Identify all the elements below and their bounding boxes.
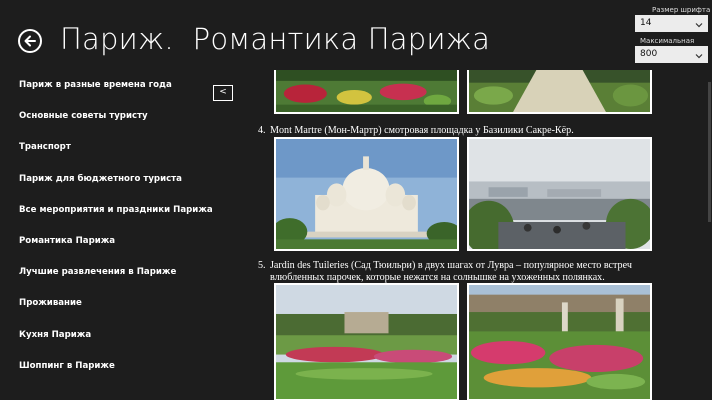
tuileries-flowers-photo [467, 283, 652, 400]
max-width-value: 800 [640, 49, 658, 59]
article-content: 4. Mont Martre (Мон-Мартр) смотровая пло… [0, 70, 712, 400]
back-button[interactable] [18, 29, 42, 53]
scrollbar[interactable] [708, 82, 711, 222]
paris-view-photo [467, 137, 652, 251]
chevron-down-icon [695, 50, 703, 67]
garden-photo [274, 70, 459, 114]
item-text-line: Jardin des Tuileries (Сад Тюильри) в дву… [270, 260, 632, 271]
page-title: Париж. Романтика Парижа [60, 22, 491, 56]
sacre-coeur-photo [274, 137, 459, 251]
tuileries-photo [274, 283, 459, 400]
item-text: Mont Martre (Мон-Мартр) смотровая площад… [270, 125, 574, 136]
item-number: 4. [258, 125, 266, 136]
item-number: 5. [258, 260, 266, 271]
garden-path-photo [467, 70, 652, 114]
font-size-select[interactable]: 14 [635, 15, 708, 32]
chevron-down-icon [695, 19, 703, 36]
font-size-value: 14 [640, 18, 652, 28]
list-item: 4. Mont Martre (Мон-Мартр) смотровая пло… [258, 125, 670, 137]
font-size-label: Размер шрифта [652, 6, 711, 14]
max-width-select[interactable]: 800 [635, 46, 708, 63]
arrow-left-icon [24, 35, 36, 47]
list-item: 5. Jardin des Tuileries (Сад Тюильри) в … [258, 260, 660, 284]
